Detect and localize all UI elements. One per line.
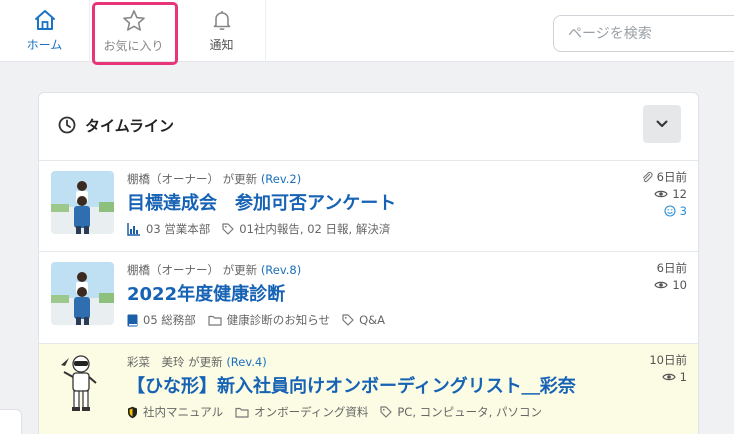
timeline-entry[interactable]: 彩菜 美玲 が更新 (Rev.4) 【ひな形】新入社員向けオンボーディングリスト…	[39, 344, 698, 434]
eye-icon	[654, 190, 669, 197]
entry-tags: 05 総務部 健康診断のお知らせ Q&A	[127, 312, 397, 328]
entry-folder[interactable]: オンボーディング資料	[254, 404, 368, 420]
collapse-button[interactable]	[643, 105, 681, 143]
entry-tag-list[interactable]: PC, コンピュータ, パソコン	[397, 404, 542, 420]
side-panel-tab[interactable]	[0, 409, 22, 434]
entry-category[interactable]: 05 総務部	[143, 312, 196, 328]
entry-author: 棚橋（オーナー）	[127, 172, 219, 186]
bell-icon	[213, 11, 230, 31]
nav-favorites-label: お気に入り	[103, 38, 164, 53]
paperclip-icon	[642, 171, 653, 182]
entry-folder[interactable]: 健康診断のお知らせ	[227, 312, 330, 328]
entry-meta: 彩菜 美玲 が更新 (Rev.4)	[127, 354, 267, 370]
entry-tag-list[interactable]: 01社内報告, 02 日報, 解決済	[239, 221, 390, 237]
entry-action: が更新	[222, 172, 258, 186]
clock-icon	[58, 116, 76, 134]
book-icon	[127, 314, 138, 327]
nav-notifications[interactable]: 通知	[178, 0, 266, 62]
entry-meta: 棚橋（オーナー） が更新 (Rev.2)	[127, 171, 301, 187]
entry-revision[interactable]: (Rev.2)	[261, 172, 301, 186]
entry-stats: 6日前 10	[654, 260, 687, 294]
entry-author: 棚橋（オーナー）	[127, 263, 219, 277]
entry-action: が更新	[222, 263, 258, 277]
eye-icon	[661, 373, 676, 380]
chevron-down-icon	[656, 120, 668, 127]
shield-icon	[127, 406, 138, 419]
entry-action: が更新	[188, 355, 223, 369]
timeline-entry[interactable]: 棚橋（オーナー） が更新 (Rev.2) 目標達成会 参加可否アンケート 03 …	[39, 161, 698, 252]
entry-thumbnail	[51, 352, 114, 415]
entry-time: 10日前	[649, 352, 687, 367]
entry-views: 10	[672, 277, 687, 292]
timeline-header: タイムライン	[39, 93, 698, 161]
entry-views: 12	[672, 186, 687, 201]
tag-icon	[342, 314, 354, 326]
entry-title[interactable]: 目標達成会 参加可否アンケート	[127, 189, 396, 215]
entry-thumbnail	[51, 171, 114, 234]
entry-category[interactable]: 03 営業本部	[146, 221, 210, 237]
smile-icon	[664, 204, 676, 217]
search-input[interactable]	[553, 15, 734, 52]
home-icon	[34, 10, 55, 30]
timeline-card: タイムライン 棚橋（オーナー） が更新 (Rev.2) 目標達成会 参加可否アン…	[38, 92, 699, 434]
entry-views: 1	[679, 369, 687, 384]
entry-time: 6日前	[656, 260, 687, 275]
entry-reactions[interactable]: 3	[680, 204, 687, 218]
tag-icon	[222, 223, 234, 235]
timeline-entry[interactable]: 棚橋（オーナー） が更新 (Rev.8) 2022年度健康診断 05 総務部 健…	[39, 252, 698, 344]
nav-home[interactable]: ホーム	[0, 0, 90, 62]
timeline-title: タイムライン	[85, 117, 174, 135]
folder-icon	[235, 407, 249, 418]
entry-time: 6日前	[656, 169, 687, 184]
folder-icon	[208, 315, 222, 326]
entry-stats: 6日前 12 3	[641, 169, 687, 220]
entry-tag-list[interactable]: Q&A	[359, 313, 385, 327]
entry-revision[interactable]: (Rev.4)	[226, 355, 266, 369]
nav-notifications-label: 通知	[209, 38, 234, 52]
nav-favorites[interactable]: お気に入り	[90, 0, 178, 62]
star-icon	[122, 9, 145, 31]
entry-category[interactable]: 社内マニュアル	[143, 404, 223, 420]
entry-author: 彩菜 美玲	[127, 355, 185, 369]
entry-stats: 10日前 1	[649, 352, 687, 386]
tag-icon	[380, 406, 392, 418]
entry-title[interactable]: 【ひな形】新入社員向けオンボーディングリスト＿彩奈	[127, 372, 576, 398]
entry-title[interactable]: 2022年度健康診断	[127, 280, 285, 306]
entry-revision[interactable]: (Rev.8)	[261, 263, 301, 277]
entry-meta: 棚橋（オーナー） が更新 (Rev.8)	[127, 262, 301, 278]
chart-icon	[127, 222, 141, 236]
eye-icon	[654, 281, 669, 288]
entry-thumbnail	[51, 262, 114, 325]
nav-home-label: ホーム	[26, 38, 63, 52]
entry-tags: 社内マニュアル オンボーディング資料 PC, コンピュータ, パソコン	[127, 404, 554, 420]
top-nav: ホーム お気に入り 通知	[0, 0, 734, 62]
entry-tags: 03 営業本部 01社内報告, 02 日報, 解決済	[127, 221, 402, 237]
